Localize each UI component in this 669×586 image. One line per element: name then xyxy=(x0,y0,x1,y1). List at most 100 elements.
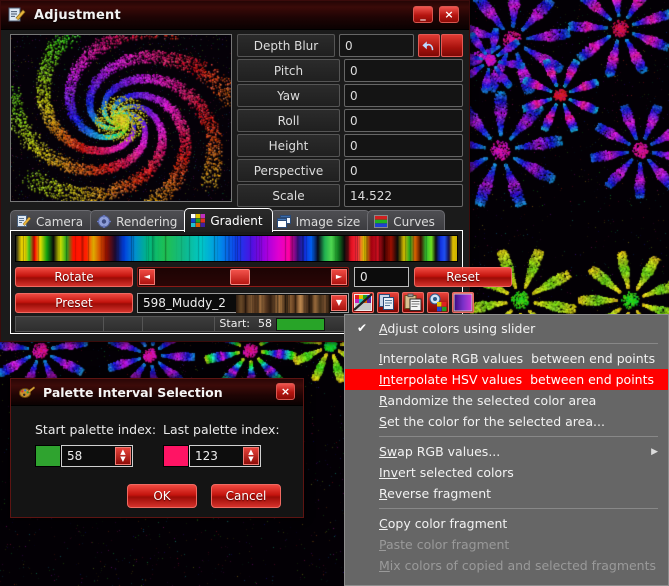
param-input-height[interactable]: 0 xyxy=(344,134,463,157)
menu-item-label: Paste color fragment xyxy=(379,537,510,552)
menu-separator xyxy=(379,436,658,437)
param-input-scale[interactable]: 14.522 xyxy=(344,184,463,207)
tab-image-size[interactable]: Image size xyxy=(269,210,371,232)
tab-rendering[interactable]: Rendering xyxy=(90,210,188,232)
window-size-icon xyxy=(276,215,291,228)
menu-item-label: Adjust colors using slider xyxy=(379,321,536,336)
tab-label: Gradient xyxy=(210,213,263,228)
rotate-value-input[interactable]: 0 xyxy=(354,267,409,287)
last-index-spin-buttons[interactable]: ▲ ▼ xyxy=(243,447,259,465)
param-label: Depth Blur xyxy=(237,34,335,57)
menu-item-randomize-the-selected-color-area[interactable]: Randomize the selected color area xyxy=(345,390,668,411)
last-index-group: Last palette index: 123 ▲ ▼ xyxy=(163,422,280,467)
rotate-button[interactable]: Rotate xyxy=(15,267,133,287)
dialog-titlebar[interactable]: Palette Interval Selection × xyxy=(11,379,303,406)
palette-adjust-icon[interactable] xyxy=(352,292,374,313)
param-row-depth-blur: Depth Blur 0 xyxy=(237,34,463,58)
start-index-spin-buttons[interactable]: ▲ ▼ xyxy=(115,447,131,465)
dialog-title: Palette Interval Selection xyxy=(43,384,223,400)
param-label: Scale xyxy=(237,184,340,207)
dialog-close-button[interactable]: × xyxy=(276,383,295,400)
slider-thumb[interactable] xyxy=(230,269,251,285)
spin-down-icon[interactable]: ▼ xyxy=(248,456,253,463)
color-grid-icon xyxy=(191,214,206,227)
gradient-context-menu: ✔ Adjust colors using slider Interpolate R… xyxy=(344,314,669,586)
param-reset-group xyxy=(418,34,463,58)
tab-bar: Camera Rendering Gradient Image size Curves xyxy=(10,208,445,232)
gradient-strip[interactable] xyxy=(15,235,458,262)
gradient-tool-buttons xyxy=(349,292,474,313)
palette-brush-icon xyxy=(19,385,36,399)
param-input-yaw[interactable]: 0 xyxy=(344,84,463,107)
menu-item-swap-rgb-values[interactable]: Swap RGB values... ▶ xyxy=(345,441,668,462)
gradient-reset-button[interactable]: Reset xyxy=(414,267,512,287)
start-color-swatch[interactable] xyxy=(276,317,325,331)
tab-label: Image size xyxy=(295,214,361,229)
adjustment-window: Adjustment _ × Depth Blur 0 Pitch 0 Yaw 0 Roll… xyxy=(0,0,512,342)
window-titlebar[interactable]: Adjustment _ × xyxy=(1,1,469,30)
parameter-list: Depth Blur 0 Pitch 0 Yaw 0 Roll 0 Height 0 Perspec… xyxy=(237,34,463,209)
chevron-down-icon[interactable]: ▼ xyxy=(331,294,347,311)
last-index-label: Last palette index: xyxy=(163,422,280,437)
copy-icon[interactable] xyxy=(377,292,399,313)
param-input-depth-blur[interactable]: 0 xyxy=(339,34,414,57)
param-row-height: Height 0 xyxy=(237,134,463,158)
paste-icon[interactable] xyxy=(402,292,424,313)
menu-item-set-the-color-for-the-selected-area[interactable]: Set the color for the selected area... xyxy=(345,411,668,432)
menu-item-label: Interpolate RGB values between end point… xyxy=(379,351,656,366)
menu-item-invert-selected-colors[interactable]: Invert selected colors xyxy=(345,462,668,483)
dialog-body: Start palette index: 58 ▲ ▼ Last palette… xyxy=(11,406,303,520)
preset-combobox[interactable]: 598_Muddy_2 ▼ xyxy=(137,292,349,313)
fractal-preview[interactable] xyxy=(10,34,232,202)
menu-item-interpolate-hsv-values-between-end-points[interactable]: Interpolate HSV values between end point… xyxy=(345,369,668,390)
menu-item-label: Set the color for the selected area... xyxy=(379,414,605,429)
close-button[interactable]: × xyxy=(439,6,459,23)
param-label: Pitch xyxy=(237,59,340,82)
spin-down-icon[interactable]: ▼ xyxy=(120,456,125,463)
menu-item-copy-color-fragment[interactable]: Copy color fragment xyxy=(345,513,668,534)
start-index-stepper[interactable]: 58 ▲ ▼ xyxy=(61,445,133,467)
menu-item-label: Reverse fragment xyxy=(379,486,492,501)
menu-separator xyxy=(379,343,658,344)
minimize-button[interactable]: _ xyxy=(413,6,433,23)
menu-item-label: Invert selected colors xyxy=(379,465,514,480)
ok-button[interactable]: OK xyxy=(127,484,197,508)
start-index-color-swatch[interactable] xyxy=(35,445,61,467)
menu-item-adjust-colors-using-slider[interactable]: ✔ Adjust colors using slider xyxy=(345,318,668,339)
tab-label: Camera xyxy=(36,214,84,229)
param-row-roll: Roll 0 xyxy=(237,109,463,133)
last-index-stepper[interactable]: 123 ▲ ▼ xyxy=(189,445,261,467)
tab-label: Curves xyxy=(393,214,435,229)
menu-item-interpolate-rgb-values-between-end-points[interactable]: Interpolate RGB values between end point… xyxy=(345,348,668,369)
undo-arrow-icon[interactable] xyxy=(418,34,440,57)
cancel-button[interactable]: Cancel xyxy=(211,484,281,508)
menu-item-mix-colors-of-copied-and-selected-fragments: Mix colors of copied and selected fragme… xyxy=(345,555,668,576)
start-label: Start: xyxy=(219,317,250,330)
param-input-pitch[interactable]: 0 xyxy=(344,59,463,82)
last-index-color-swatch[interactable] xyxy=(163,445,189,467)
color-settings-icon[interactable] xyxy=(427,292,449,313)
preset-button[interactable]: Preset xyxy=(15,292,133,313)
tab-camera[interactable]: Camera xyxy=(10,210,94,232)
param-extra-button[interactable] xyxy=(441,34,463,57)
param-row-scale: Scale 14.522 xyxy=(237,184,463,208)
param-input-roll[interactable]: 0 xyxy=(344,109,463,132)
menu-item-reverse-fragment[interactable]: Reverse fragment xyxy=(345,483,668,504)
gradient-preview-icon[interactable] xyxy=(452,292,474,313)
slider-left-arrow[interactable]: ◄ xyxy=(139,269,155,285)
start-index-group: Start palette index: 58 ▲ ▼ xyxy=(35,422,156,467)
menu-item-label: Interpolate HSV values between end point… xyxy=(379,372,655,387)
camera-document-icon xyxy=(17,215,31,228)
rotate-row: Rotate ◄ ► 0 Reset xyxy=(15,267,512,287)
submenu-arrow-icon: ▶ xyxy=(651,446,658,457)
menu-item-label: Copy color fragment xyxy=(379,516,508,531)
menu-item-label: Mix colors of copied and selected fragme… xyxy=(379,558,657,573)
param-input-perspective[interactable]: 0 xyxy=(344,159,463,182)
slider-right-arrow[interactable]: ► xyxy=(331,269,347,285)
tab-gradient[interactable]: Gradient xyxy=(184,208,273,232)
gear-icon xyxy=(97,215,112,228)
preset-name: 598_Muddy_2 xyxy=(143,295,226,310)
rotate-slider[interactable]: ◄ ► xyxy=(137,267,349,287)
param-row-perspective: Perspective 0 xyxy=(237,159,463,183)
tab-curves[interactable]: Curves xyxy=(367,210,445,232)
